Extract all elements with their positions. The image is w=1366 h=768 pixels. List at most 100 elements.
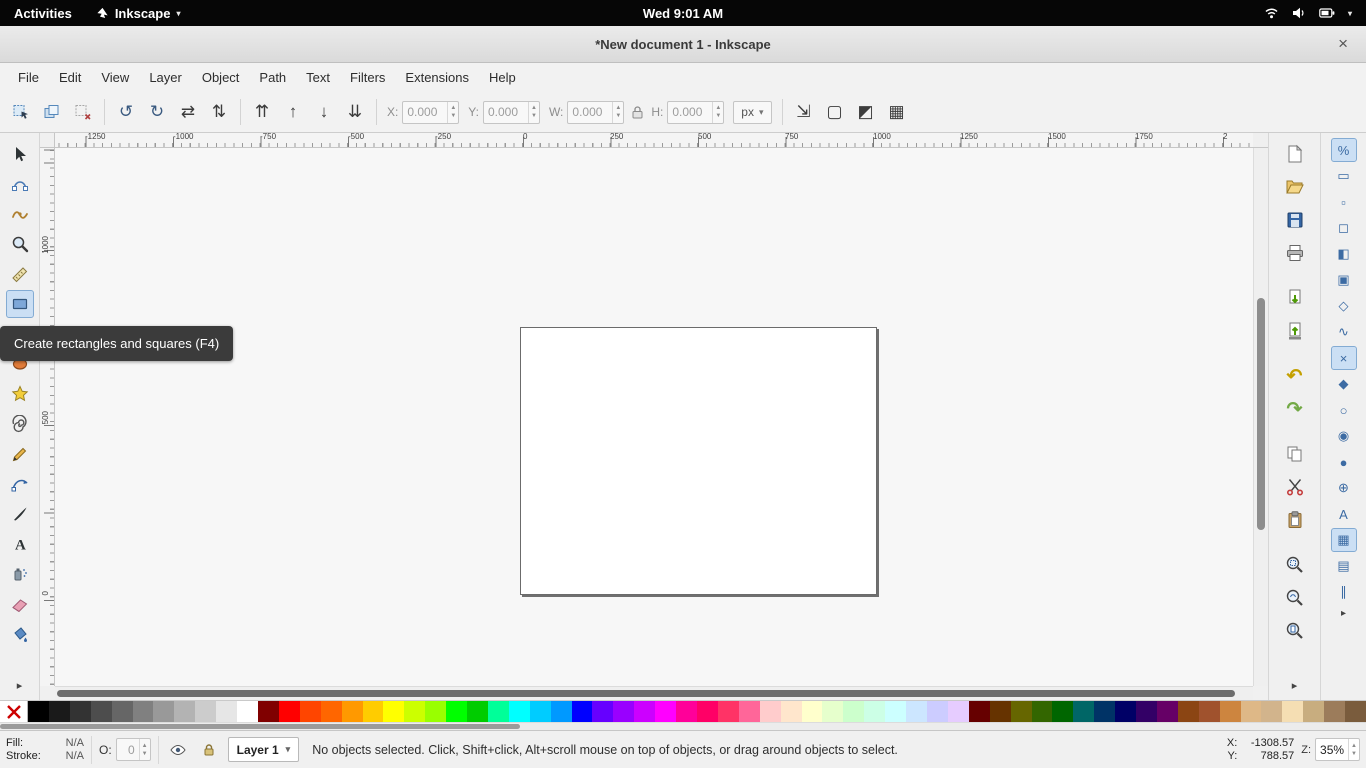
- lower-icon[interactable]: ↓: [309, 97, 339, 127]
- document-page[interactable]: [520, 327, 877, 595]
- color-swatch[interactable]: [383, 701, 404, 722]
- new-document-icon[interactable]: [1279, 139, 1311, 169]
- color-swatch[interactable]: [425, 701, 446, 722]
- w-spinner[interactable]: ▲▼: [612, 102, 623, 123]
- activities-button[interactable]: Activities: [0, 0, 86, 26]
- palette-scrollbar-thumb[interactable]: [0, 724, 520, 729]
- color-swatch[interactable]: [530, 701, 551, 722]
- color-swatch[interactable]: [760, 701, 781, 722]
- lock-ratio-icon[interactable]: [631, 105, 644, 119]
- color-swatch[interactable]: [948, 701, 969, 722]
- y-spinner[interactable]: ▲▼: [528, 102, 539, 123]
- h-input[interactable]: [668, 102, 712, 123]
- tool-eraser[interactable]: [6, 590, 34, 618]
- snap-guides[interactable]: ∥: [1331, 580, 1357, 604]
- color-swatch[interactable]: [509, 701, 530, 722]
- menu-item[interactable]: Path: [249, 63, 296, 92]
- x-spinner[interactable]: ▲▼: [447, 102, 458, 123]
- color-swatch[interactable]: [174, 701, 195, 722]
- system-status-area[interactable]: ▾: [1264, 7, 1366, 19]
- y-input[interactable]: [484, 102, 528, 123]
- print-document-icon[interactable]: [1279, 238, 1311, 268]
- color-swatch[interactable]: [676, 701, 697, 722]
- cut-icon[interactable]: [1279, 472, 1311, 502]
- unit-dropdown[interactable]: px ▾: [733, 101, 771, 124]
- title-bar[interactable]: *New document 1 - Inkscape ×: [0, 26, 1366, 63]
- color-swatch[interactable]: [990, 701, 1011, 722]
- enable-snapping[interactable]: %: [1331, 138, 1357, 162]
- tool-node-editor[interactable]: [6, 170, 34, 198]
- copy-icon[interactable]: [1279, 439, 1311, 469]
- tool-zoom[interactable]: [6, 230, 34, 258]
- color-swatch[interactable]: [1136, 701, 1157, 722]
- tool-tweak[interactable]: [6, 200, 34, 228]
- undo-icon[interactable]: ↶: [1279, 361, 1311, 391]
- opacity-spinner[interactable]: ▲▼: [139, 739, 150, 760]
- toggle-scale-stroke-icon[interactable]: ⇲: [789, 97, 819, 127]
- toggle-move-gradients-icon[interactable]: ◩: [851, 97, 881, 127]
- snap-line-midpoints[interactable]: ◉: [1331, 424, 1357, 448]
- color-swatch[interactable]: [697, 701, 718, 722]
- drawing-canvas[interactable]: [55, 148, 1253, 686]
- toolbox-overflow-arrow[interactable]: ▸: [17, 679, 23, 692]
- zoom-input[interactable]: [1316, 739, 1348, 760]
- tool-bezier-pen[interactable]: [6, 470, 34, 498]
- close-window-button[interactable]: ×: [1330, 26, 1356, 62]
- vertical-ruler[interactable]: 10005000: [40, 148, 55, 686]
- color-swatch[interactable]: [258, 701, 279, 722]
- snap-bbox-centers[interactable]: ▣: [1331, 268, 1357, 292]
- snap-bbox-edge-midpoints[interactable]: ◧: [1331, 242, 1357, 266]
- color-swatch[interactable]: [864, 701, 885, 722]
- color-swatch[interactable]: [1073, 701, 1094, 722]
- snap-nodes[interactable]: ◇: [1331, 294, 1357, 318]
- toggle-move-patterns-icon[interactable]: ▦: [882, 97, 912, 127]
- tool-spray[interactable]: [6, 560, 34, 588]
- no-color-swatch[interactable]: [0, 701, 28, 722]
- tool-selector[interactable]: [6, 140, 34, 168]
- snap-grids[interactable]: ▤: [1331, 554, 1357, 578]
- h-spinner[interactable]: ▲▼: [712, 102, 723, 123]
- tool-measure[interactable]: [6, 260, 34, 288]
- color-swatch[interactable]: [237, 701, 258, 722]
- color-swatch[interactable]: [1094, 701, 1115, 722]
- color-swatch[interactable]: [822, 701, 843, 722]
- palette-scrollbar[interactable]: [0, 722, 1366, 730]
- vertical-scrollbar[interactable]: [1253, 148, 1268, 686]
- menu-item[interactable]: Edit: [49, 63, 91, 92]
- snap-bbox-corners[interactable]: ◻: [1331, 216, 1357, 240]
- zoom-to-page-icon[interactable]: [1279, 616, 1311, 646]
- clock[interactable]: Wed 9:01 AM: [643, 6, 723, 21]
- color-swatch[interactable]: [1178, 701, 1199, 722]
- snap-overflow-arrow[interactable]: ▸: [1341, 608, 1346, 619]
- save-document-icon[interactable]: [1279, 205, 1311, 235]
- color-swatch[interactable]: [1220, 701, 1241, 722]
- color-swatch[interactable]: [613, 701, 634, 722]
- toggle-scale-corners-icon[interactable]: ▢: [820, 97, 850, 127]
- snap-text-baselines[interactable]: A: [1331, 502, 1357, 526]
- color-swatch[interactable]: [718, 701, 739, 722]
- color-swatch[interactable]: [1303, 701, 1324, 722]
- tool-spiral[interactable]: [6, 410, 34, 438]
- color-swatch[interactable]: [28, 701, 49, 722]
- vertical-scrollbar-thumb[interactable]: [1257, 298, 1265, 530]
- color-swatch[interactable]: [1052, 701, 1073, 722]
- redo-icon[interactable]: ↷: [1279, 394, 1311, 424]
- color-swatch[interactable]: [300, 701, 321, 722]
- color-swatch[interactable]: [843, 701, 864, 722]
- zoom-to-drawing-icon[interactable]: [1279, 583, 1311, 613]
- snap-smooth-nodes[interactable]: ○: [1331, 398, 1357, 422]
- menu-item[interactable]: Layer: [139, 63, 192, 92]
- tool-paint-bucket[interactable]: [6, 620, 34, 648]
- color-swatch[interactable]: [467, 701, 488, 722]
- snap-object-centers[interactable]: ●: [1331, 450, 1357, 474]
- horizontal-ruler[interactable]: -1250-1000-750-500-250025050075010001250…: [55, 133, 1253, 148]
- flip-vertical-icon[interactable]: ⇅: [204, 97, 234, 127]
- tool-rectangle[interactable]: [6, 290, 34, 318]
- color-swatch[interactable]: [1199, 701, 1220, 722]
- color-swatch[interactable]: [1157, 701, 1178, 722]
- app-menu[interactable]: Inkscape ▾: [86, 0, 191, 26]
- color-swatch[interactable]: [195, 701, 216, 722]
- menu-item[interactable]: Text: [296, 63, 340, 92]
- menu-item[interactable]: Filters: [340, 63, 395, 92]
- color-swatch[interactable]: [1282, 701, 1303, 722]
